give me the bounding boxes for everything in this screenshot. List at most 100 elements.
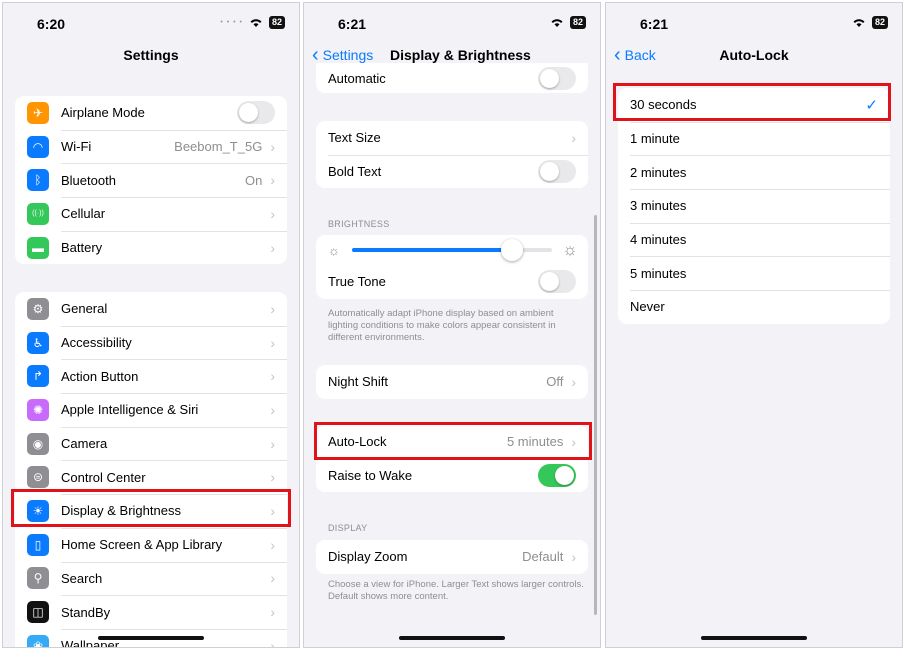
wallpaper-icon: ❀ [27,634,49,647]
control-center-icon: ⊜ [27,466,49,489]
auto-lock-option[interactable]: Never [618,290,890,324]
chevron-right-icon: › [270,401,275,418]
settings-row-control-center[interactable]: ⊜ Control Center › [15,460,287,494]
settings-row-label: Camera [61,436,108,452]
display-zoom-note: Choose a view for iPhone. Larger Text sh… [328,579,584,602]
settings-row-accessibility[interactable]: ♿ Accessibility › [15,325,287,360]
display-brightness-screen: 6:21 82 ‹ Settings Display & Brightness … [303,2,601,648]
home-indicator [701,636,807,640]
auto-lock-option-label: 2 minutes [630,164,687,180]
back-button[interactable]: ‹ Settings [312,44,374,66]
settings-row-general[interactable]: ⚙ General › [15,292,287,326]
true-tone-label: True Tone [328,274,386,290]
settings-row-search[interactable]: ⚲ Search › [15,561,287,596]
back-label: Settings [322,47,374,63]
settings-row-bluetooth[interactable]: ᛒ Bluetooth On › [15,163,287,197]
status-bar: 6:21 82 [606,3,902,43]
settings-row-standby[interactable]: ◫ StandBy › [15,595,287,629]
status-time: 6:21 [640,16,669,32]
chevron-right-icon: › [571,373,576,390]
appearance-group: Automatic [316,63,588,93]
settings-row-label: Airplane Mode [61,105,145,121]
night-shift-label: Night Shift [328,374,388,390]
chevron-right-icon: › [270,334,275,351]
settings-row-action-button[interactable]: ↱ Action Button › [15,359,287,393]
wifi-status-icon [250,19,262,27]
auto-lock-option[interactable]: 3 minutes [618,189,890,223]
raise-to-wake-label: Raise to Wake [328,468,413,484]
settings-row-label: General [61,301,108,317]
automatic-row[interactable]: Automatic [316,63,588,93]
settings-row-label: Battery [61,240,103,256]
settings-row-camera[interactable]: ◉ Camera › [15,426,287,461]
chevron-right-icon: › [270,502,275,519]
text-group: Text Size › Bold Text [316,121,588,189]
settings-row-label: Apple Intelligence & Siri [61,402,199,418]
camera-icon: ◉ [27,432,49,455]
settings-row-cellular[interactable]: ((·)) Cellular › [15,197,287,231]
scrollbar[interactable] [594,215,597,615]
auto-lock-label: Auto-Lock [328,434,387,450]
settings-row-value: Beebom_T_5G [174,139,263,155]
settings-row-apple-intelligence-siri[interactable]: ✺ Apple Intelligence & Siri › [15,393,287,427]
airplane-mode-toggle[interactable] [237,101,275,125]
battery-indicator: 82 [569,16,586,29]
night-shift-group: Night Shift Off › [316,365,588,399]
raise-to-wake-row[interactable]: Raise to Wake [316,458,588,493]
cellular-icon: ((·)) [27,202,49,225]
sun-small-icon: ☼ [328,242,340,258]
bold-text-toggle[interactable] [538,160,576,184]
chevron-right-icon: › [270,536,275,553]
raise-to-wake-toggle[interactable] [538,464,576,488]
settings-row-label: Action Button [61,368,139,384]
true-tone-toggle[interactable] [538,270,576,294]
bold-text-label: Bold Text [328,164,382,180]
text-size-row[interactable]: Text Size › [316,121,588,155]
settings-row-battery[interactable]: ▬ Battery › [15,230,287,265]
true-tone-row[interactable]: True Tone [316,265,588,299]
settings-row-value: On [244,172,263,188]
auto-lock-value: 5 minutes [506,434,564,450]
settings-row-airplane-mode[interactable]: ✈ Airplane Mode [15,96,287,130]
auto-lock-option[interactable]: 2 minutes [618,155,890,189]
true-tone-note: Automatically adapt iPhone display based… [328,308,556,343]
chevron-right-icon: › [571,433,576,450]
sun-large-icon: ☼ [562,240,578,259]
auto-lock-option[interactable]: 5 minutes [618,256,890,290]
brightness-slider[interactable] [352,239,552,261]
display-zoom-row[interactable]: Display Zoom Default › [316,540,588,574]
page-title: Settings [123,47,179,63]
auto-lock-option[interactable]: 4 minutes [618,222,890,257]
auto-lock-option[interactable]: 30 seconds ✓ [618,88,890,122]
battery-indicator: 82 [871,16,888,29]
settings-row-label: StandBy [61,604,111,620]
airplane-icon: ✈ [27,101,49,124]
settings-row-label: Search [61,570,103,586]
siri-icon: ✺ [27,398,49,421]
settings-row-label: Accessibility [61,335,132,351]
auto-lock-option[interactable]: 1 minute [618,121,890,156]
home-indicator [98,636,204,640]
settings-row-display-brightness[interactable]: ☀ Display & Brightness › [15,494,287,528]
chevron-right-icon: › [270,205,275,222]
auto-lock-option-label: 1 minute [630,131,680,147]
wifi-status-icon [551,19,563,27]
sun-icon: ☀ [27,499,49,522]
settings-row-wi-fi[interactable]: ◠ Wi-Fi Beebom_T_5G › [15,129,287,164]
brightness-slider-row: ☼ ☼ [316,235,588,265]
status-bar: 6:20 • • • • 82 [3,3,299,43]
chevron-right-icon: › [270,172,275,189]
brightness-knob[interactable] [501,239,523,261]
status-bar: 6:21 82 [304,3,600,43]
bold-text-row[interactable]: Bold Text [316,154,588,189]
night-shift-row[interactable]: Night Shift Off › [316,365,588,399]
chevron-left-icon: ‹ [312,44,319,66]
status-time: 6:20 [37,16,66,32]
automatic-toggle[interactable] [538,66,576,90]
chevron-right-icon: › [270,300,275,317]
status-time: 6:21 [338,16,367,32]
auto-lock-row[interactable]: Auto-Lock 5 minutes › [316,425,588,459]
chevron-right-icon: › [270,604,275,621]
page-title: Auto-Lock [719,47,789,63]
settings-row-home-screen-app-library[interactable]: ▯ Home Screen & App Library › [15,527,287,562]
